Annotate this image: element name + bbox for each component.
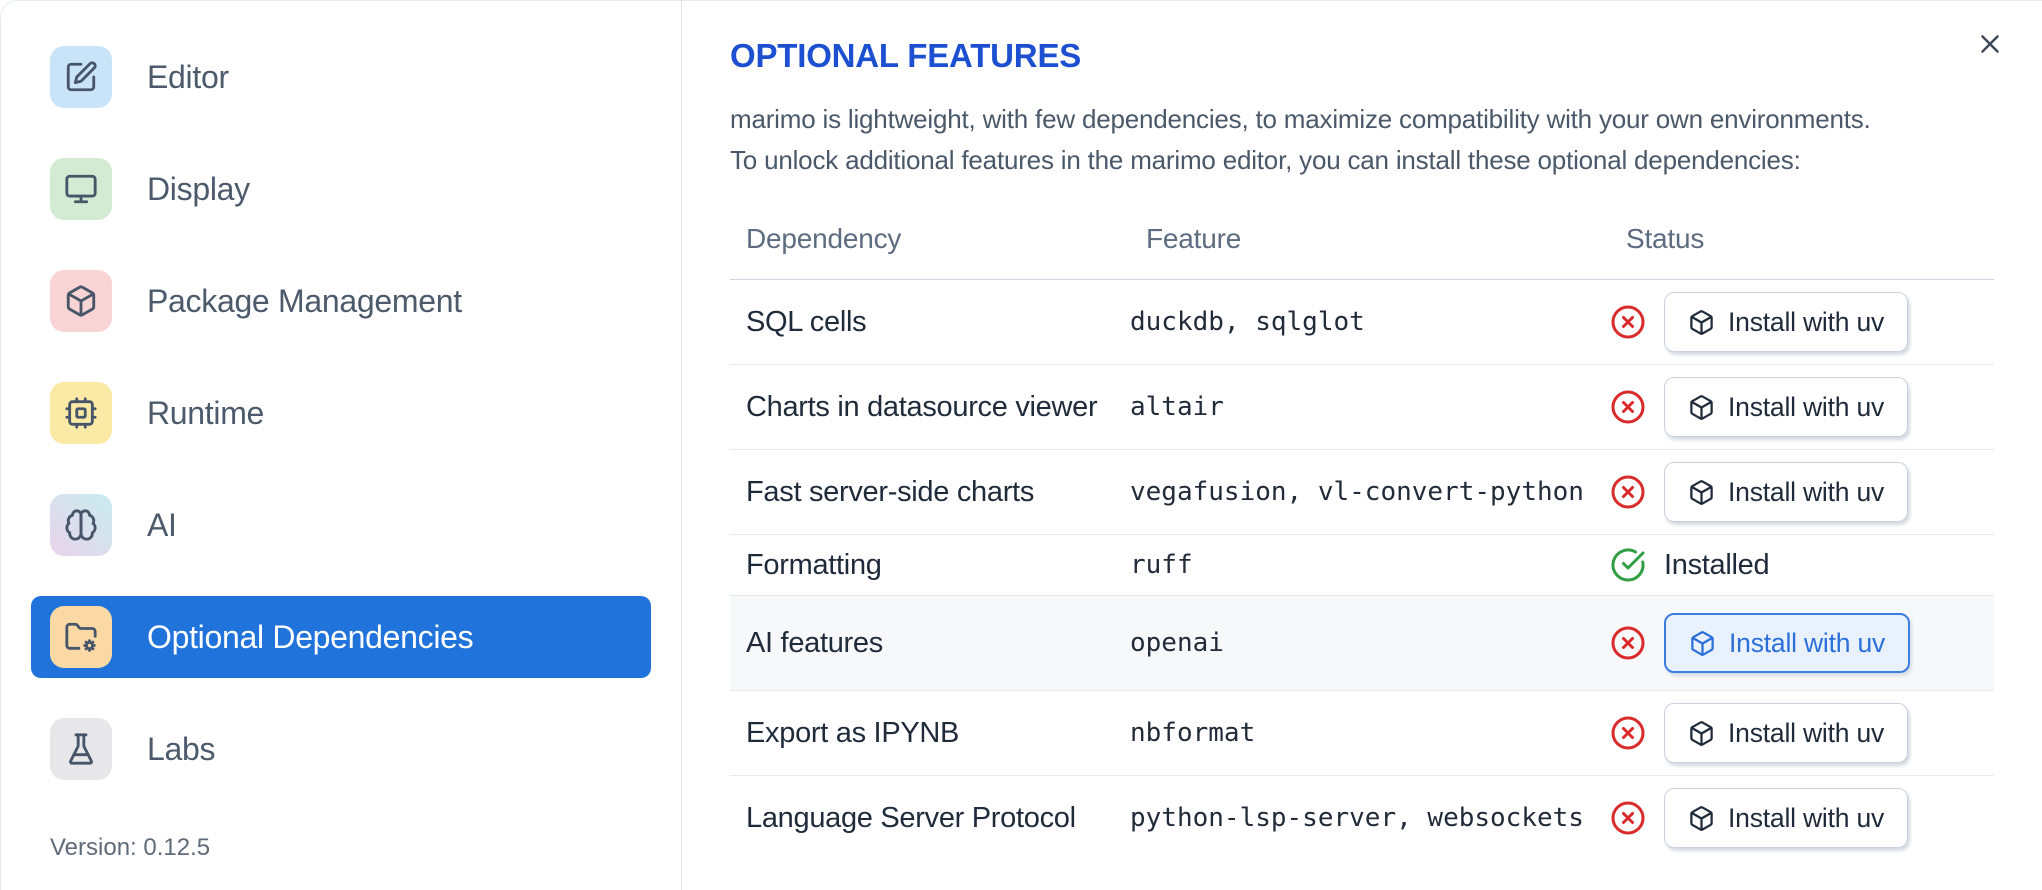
table-row: Language Server Protocol python-lsp-serv… [730,776,1994,861]
feature-cell: ruff [1130,550,1193,580]
dependency-cell: SQL cells [746,305,867,338]
status-cell: Install with uv [1610,691,1994,776]
feature-cell: python-lsp-server, websockets [1130,803,1584,833]
install-with-uv-button[interactable]: Install with uv [1664,613,1911,673]
table-row: Fast server-side charts vegafusion, vl-c… [730,450,1994,535]
table-row: Export as IPYNB nbformat Install with uv [730,691,1994,776]
table-row: Formatting ruff Installed [730,535,1994,596]
install-with-uv-button[interactable]: Install with uv [1664,292,1909,352]
not-installed-icon [1610,474,1646,510]
package-icon [1688,479,1715,506]
status-cell: Install with uv [1610,365,1994,450]
sidebar-item-display[interactable]: Display [31,148,651,230]
install-with-uv-button[interactable]: Install with uv [1664,703,1909,763]
status-cell: Install with uv [1610,280,1994,365]
close-icon [1975,29,2005,62]
package-icon [1688,720,1715,747]
sidebar-item-package-management[interactable]: Package Management [31,260,651,342]
dependency-cell: Formatting [746,548,882,581]
column-header-dependency: Dependency [730,205,1130,280]
settings-dialog: Editor Display Package Management Runtim… [0,0,2042,890]
sidebar-item-editor[interactable]: Editor [31,36,651,118]
install-with-uv-button[interactable]: Install with uv [1664,377,1909,437]
sidebar-item-runtime[interactable]: Runtime [31,372,651,454]
feature-cell: altair [1130,392,1224,422]
flask-icon [50,718,112,780]
install-with-uv-button[interactable]: Install with uv [1664,462,1909,522]
not-installed-icon [1610,715,1646,751]
version-label: Version: 0.12.5 [50,834,211,861]
brain-icon [50,494,112,556]
square-pen-icon [50,46,112,108]
description-line-1: marimo is lightweight, with few dependen… [730,104,1871,134]
page-title: OPTIONAL FEATURES [730,37,1082,74]
status-cell: Install with uv [1610,595,1994,691]
status-cell: Installed [1610,535,1994,596]
dependency-cell: Export as IPYNB [746,716,960,749]
column-header-feature: Feature [1130,205,1610,280]
installed-icon [1610,547,1646,583]
dependency-cell: Language Server Protocol [746,801,1076,834]
close-button[interactable] [1970,25,2010,65]
not-installed-icon [1610,304,1646,340]
not-installed-icon [1610,389,1646,425]
sidebar-item-list: Editor Display Package Management Runtim… [1,36,681,790]
dependency-cell: AI features [730,595,1130,691]
not-installed-icon [1610,800,1646,836]
feature-cell: vegafusion, vl-convert-python [1130,477,1584,507]
dependency-cell: Charts in datasource viewer [746,390,1098,423]
status-cell: Install with uv [1610,450,1994,535]
optional-features-panel: OPTIONAL FEATURES marimo is lightweight,… [682,1,2042,890]
folder-cog-icon [50,606,112,668]
feature-cell: nbformat [1130,718,1256,748]
box-icon [50,270,112,332]
package-icon [1688,394,1715,421]
installed-label: Installed [1664,548,1770,581]
feature-cell: duckdb, sqlglot [1130,307,1365,337]
package-icon [1688,805,1715,832]
sidebar-item-ai[interactable]: AI [31,484,651,566]
sidebar-item-labs[interactable]: Labs [31,708,651,790]
description: marimo is lightweight, with few dependen… [730,99,1994,181]
table-row: Charts in datasource viewer altair Insta… [730,365,1994,450]
dependencies-table: Dependency Feature Status SQL cells duck… [730,205,1994,860]
table-row: AI features openai Install with uv [730,595,1994,691]
description-line-2: To unlock additional features in the mar… [730,145,1801,175]
not-installed-icon [1610,625,1646,661]
table-row: SQL cells duckdb, sqlglot Install with u… [730,280,1994,365]
column-header-status: Status [1610,205,1994,280]
feature-cell: openai [1130,595,1610,691]
dependency-cell: Fast server-side charts [746,475,1035,508]
status-cell: Install with uv [1610,776,1994,861]
sidebar-item-optional-dependencies[interactable]: Optional Dependencies [31,596,651,678]
package-icon [1689,630,1716,657]
settings-sidebar: Editor Display Package Management Runtim… [1,1,682,890]
install-with-uv-button[interactable]: Install with uv [1664,788,1909,848]
package-icon [1688,309,1715,336]
monitor-icon [50,158,112,220]
table-header-row: Dependency Feature Status [730,205,1994,280]
cpu-icon [50,382,112,444]
